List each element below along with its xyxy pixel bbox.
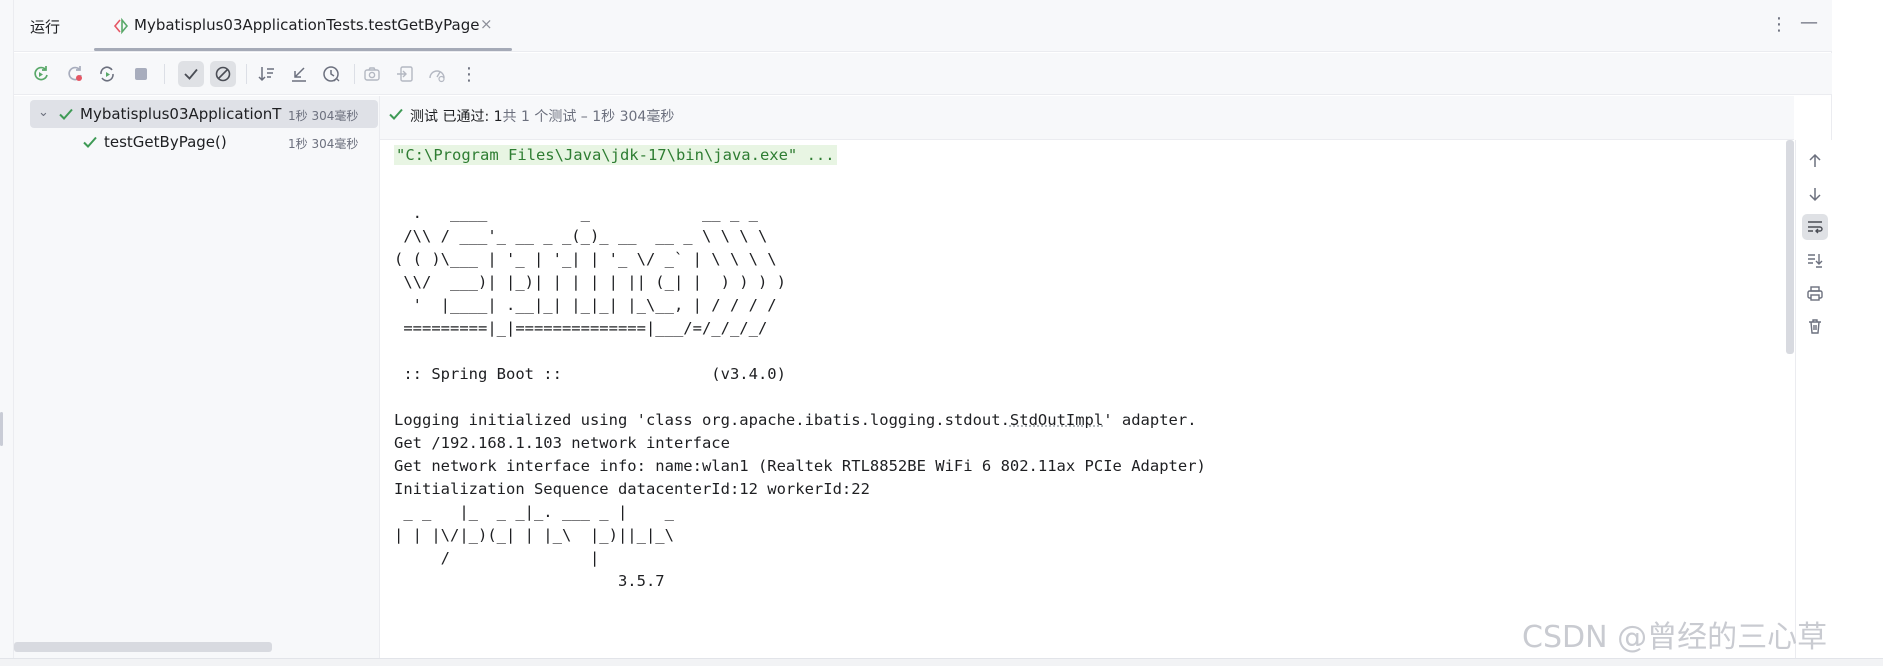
run-toolbar: ⋮ <box>14 53 1832 95</box>
watermark: CSDN @曾经的三心草 <box>1522 620 1828 655</box>
console-line: _ _ |_ _ _|_. ___ _ | _ <box>394 503 674 521</box>
trash-icon <box>1809 319 1821 334</box>
scroll-to-end-button[interactable] <box>1802 247 1828 273</box>
passed-check-icon <box>59 108 73 120</box>
test-status-bar: 测试 已通过: 1共 1 个测试 – 1秒 304毫秒 <box>380 96 1794 140</box>
toolbar-separator <box>246 64 247 84</box>
auto-test-icon <box>100 66 114 82</box>
console-line: Initialization Sequence datacenterId:12 … <box>394 480 870 498</box>
gauge-icon <box>429 70 445 83</box>
test-summary: 测试 已通过: 1共 1 个测试 – 1秒 304毫秒 <box>410 106 674 126</box>
import-tests-button[interactable] <box>392 61 418 87</box>
tree-item-test-method[interactable]: testGetByPage() 1秒 304毫秒 <box>30 128 378 156</box>
console-line: :: Spring Boot :: (v3.4.0) <box>394 365 786 383</box>
show-passed-button[interactable] <box>178 61 204 87</box>
class-link[interactable]: StdOutImpl <box>1010 411 1103 429</box>
test-run-icon <box>113 17 129 35</box>
left-tool-strip <box>0 0 14 666</box>
console-line: 3.5.7 <box>394 572 665 590</box>
tree-item-duration: 1秒 304毫秒 <box>288 137 359 151</box>
rerun-icon <box>34 66 48 81</box>
test-summary-passed: 测试 已通过: 1 <box>410 109 503 125</box>
tab-label: Mybatisplus03ApplicationTests.testGetByP… <box>134 16 480 34</box>
rerun-button[interactable] <box>28 61 54 87</box>
coverage-button[interactable] <box>424 61 450 87</box>
ignored-icon <box>215 66 231 82</box>
stop-icon <box>135 68 147 80</box>
toggle-auto-test-button[interactable] <box>94 61 120 87</box>
passed-check-icon <box>83 136 97 148</box>
arrow-down-icon <box>1809 188 1821 202</box>
bottom-status-bar <box>0 658 1883 666</box>
tree-item-label: Mybatisplus03ApplicationT <box>80 105 282 123</box>
console-command-line[interactable]: "C:\Program Files\Java\jdk-17\bin\java.e… <box>394 145 837 165</box>
java-command[interactable]: "C:\Program Files\Java\jdk-17\bin\java.e… <box>394 145 837 165</box>
collapse-icon <box>292 67 306 82</box>
soft-wrap-icon <box>1808 221 1823 234</box>
console-text: ' adapter. <box>1103 411 1197 429</box>
toolbar-separator <box>354 64 355 84</box>
tree-horizontal-scrollbar[interactable] <box>14 642 272 652</box>
more-options-icon[interactable]: ⋮ <box>1770 14 1788 35</box>
toolbar-more-icon[interactable]: ⋮ <box>456 61 482 87</box>
console-line: /\\ / ___'_ __ _ _(_)_ __ __ _ \ \ \ \ <box>394 227 768 245</box>
print-icon <box>1807 286 1823 301</box>
console-line: \\/ ___)| |_)| | | | | || (_| | ) ) ) ) <box>394 273 786 291</box>
test-history-button[interactable] <box>318 61 344 87</box>
camera-icon <box>364 67 380 81</box>
console-line: . ____ _ __ _ _ <box>394 204 758 222</box>
scroll-to-end-icon <box>1808 254 1823 268</box>
arrow-up-icon <box>1809 153 1821 167</box>
test-tree: ⌄ Mybatisplus03ApplicationT 1秒 304毫秒 tes… <box>14 96 380 658</box>
scroll-down-button[interactable] <box>1802 181 1828 207</box>
show-ignored-button[interactable] <box>210 61 236 87</box>
collapse-all-button[interactable] <box>286 61 312 87</box>
chevron-down-icon[interactable]: ⌄ <box>38 105 49 120</box>
tab-test-run[interactable]: Mybatisplus03ApplicationTests.testGetByP… <box>84 0 512 52</box>
soft-wrap-button[interactable] <box>1802 214 1828 240</box>
stop-button[interactable] <box>128 61 154 87</box>
console-logging-line: Logging initialized using 'class org.apa… <box>394 411 1197 429</box>
rerun-failed-button[interactable] <box>62 61 88 87</box>
toolbar-separator <box>164 64 165 84</box>
scroll-up-button[interactable] <box>1802 148 1828 174</box>
run-tool-window: 运行 Mybatisplus03ApplicationTests.testGet… <box>14 0 1832 658</box>
history-icon <box>323 66 340 82</box>
clear-all-button[interactable] <box>1802 313 1828 339</box>
passed-check-icon <box>389 108 403 120</box>
sort-button[interactable] <box>254 61 280 87</box>
test-summary-total: 共 1 个测试 – 1秒 304毫秒 <box>502 109 675 125</box>
console-line: | | |\/|_)(_| | |_\ |_)||_|_\ <box>394 526 674 544</box>
console-line: Get network interface info: name:wlan1 (… <box>394 457 1206 475</box>
import-icon <box>397 66 413 82</box>
console-text: Logging initialized using 'class org.apa… <box>394 411 1010 429</box>
left-strip-indicator[interactable] <box>0 412 3 446</box>
print-button[interactable] <box>1802 280 1828 306</box>
console-line: ( ( )\___ | '_ | '_| | '_ \/ _` | \ \ \ … <box>394 250 777 268</box>
console-actions <box>1795 140 1832 658</box>
close-icon[interactable]: × <box>480 15 493 33</box>
sort-icon <box>258 67 274 82</box>
console-output[interactable]: "C:\Program Files\Java\jdk-17\bin\java.e… <box>380 140 1780 658</box>
console-vertical-scrollbar[interactable] <box>1786 140 1794 354</box>
tree-item-test-class[interactable]: ⌄ Mybatisplus03ApplicationT 1秒 304毫秒 <box>30 100 378 128</box>
run-header: 运行 Mybatisplus03ApplicationTests.testGet… <box>14 0 1832 52</box>
console-line: Get /192.168.1.103 network interface <box>394 434 730 452</box>
tree-item-label: testGetByPage() <box>104 133 227 151</box>
tree-item-duration: 1秒 304毫秒 <box>288 109 359 123</box>
screenshot-button[interactable] <box>359 61 385 87</box>
run-title: 运行 <box>30 18 61 36</box>
console-line: =========|_|==============|___/=/_/_/_/ <box>394 319 768 337</box>
minimize-icon[interactable]: — <box>1800 12 1818 33</box>
console-line: ' |____| .__|_| |_|_| |_\__, | / / / / <box>394 296 777 314</box>
tab-active-indicator <box>94 48 512 51</box>
check-icon <box>184 68 198 80</box>
console-line: / | <box>394 549 600 567</box>
rerun-failed-icon <box>68 66 82 81</box>
